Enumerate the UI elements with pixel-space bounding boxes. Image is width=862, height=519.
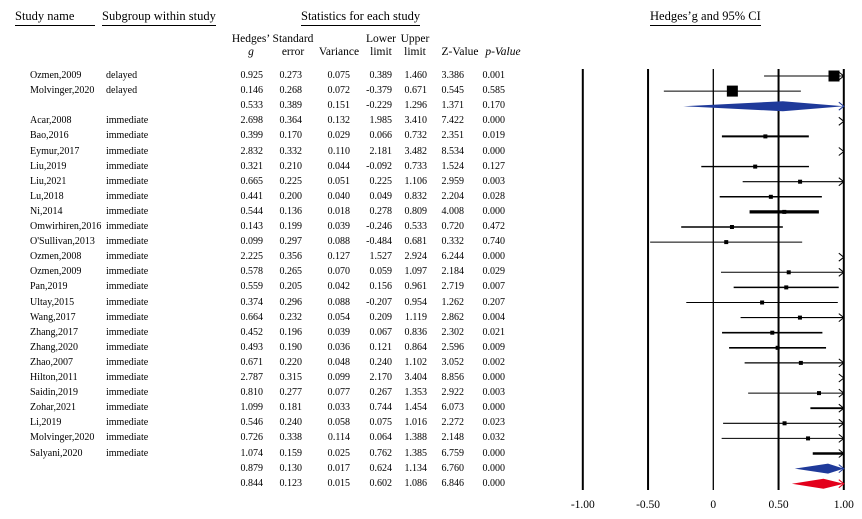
effect-size-marker <box>828 70 840 82</box>
effect-size-marker <box>729 225 734 229</box>
overall-summary-diamond <box>791 478 844 489</box>
effect-size-marker <box>782 209 787 214</box>
forest-plot: -1.00 -0.50 0 0.50 1.00 <box>571 69 854 511</box>
effect-size-marker <box>760 300 765 305</box>
effect-size-marker <box>806 436 811 441</box>
effect-size-marker <box>786 270 791 275</box>
subgroup-summary-diamond <box>683 101 844 112</box>
effect-size-marker <box>784 285 789 290</box>
effect-size-marker <box>782 421 787 426</box>
effect-size-marker <box>798 360 803 365</box>
x-tick-label: 0 <box>710 499 716 511</box>
effect-size-marker <box>770 330 775 335</box>
effect-size-marker <box>817 391 822 396</box>
effect-size-marker <box>753 164 758 169</box>
effect-size-marker <box>724 240 729 245</box>
effect-size-marker <box>798 179 803 184</box>
effect-size-marker <box>797 315 802 320</box>
effect-size-marker <box>726 85 738 97</box>
effect-size-marker <box>775 345 780 350</box>
x-tick-label: -1.00 <box>571 499 595 511</box>
x-tick-label: 0.50 <box>768 499 788 511</box>
x-tick-label: 1.00 <box>834 499 854 511</box>
effect-size-marker <box>763 134 768 139</box>
x-tick-label: -0.50 <box>636 499 660 511</box>
subgroup-summary-diamond <box>794 463 844 474</box>
forest-plot-figure: Study name Subgroup within study Statist… <box>0 0 862 519</box>
effect-size-marker <box>768 194 773 199</box>
